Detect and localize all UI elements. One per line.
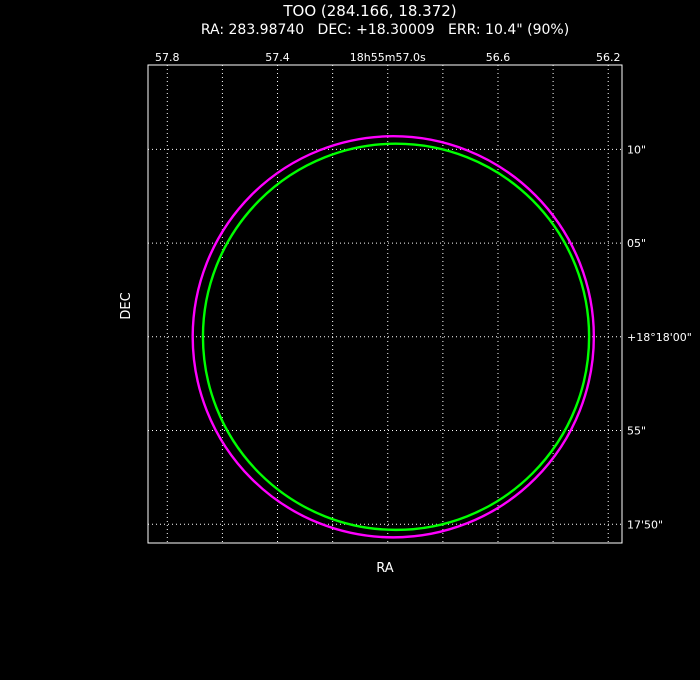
error-circle-plot: TOO (284.166, 18.372) RA: 283.98740 DEC:…: [119, 2, 692, 576]
chart-title: TOO (284.166, 18.372): [282, 2, 456, 20]
ra-tick-label: 56.6: [486, 51, 511, 64]
chart-subtitle: RA: 283.98740 DEC: +18.30009 ERR: 10.4" …: [201, 22, 569, 38]
dec-tick-labels: 10" 05" +18°18'00" 55" 17'50": [627, 143, 692, 531]
dec-tick-label: +18°18'00": [627, 331, 692, 344]
ra-tick-labels: 57.8 57.4 18h55m57.0s 56.6 56.2: [155, 51, 620, 64]
ra-tick-label: 18h55m57.0s: [350, 51, 426, 64]
dec-tick-label: 17'50": [627, 518, 663, 531]
dec-tick-label: 10": [627, 143, 646, 156]
ra-tick-label: 56.2: [596, 51, 621, 64]
y-axis-label: DEC: [119, 292, 134, 319]
ra-tick-label: 57.8: [155, 51, 180, 64]
x-axis-label: RA: [376, 561, 394, 576]
dec-tick-label: 55": [627, 425, 646, 438]
dec-tick-label: 05": [627, 237, 646, 250]
ra-tick-label: 57.4: [265, 51, 290, 64]
